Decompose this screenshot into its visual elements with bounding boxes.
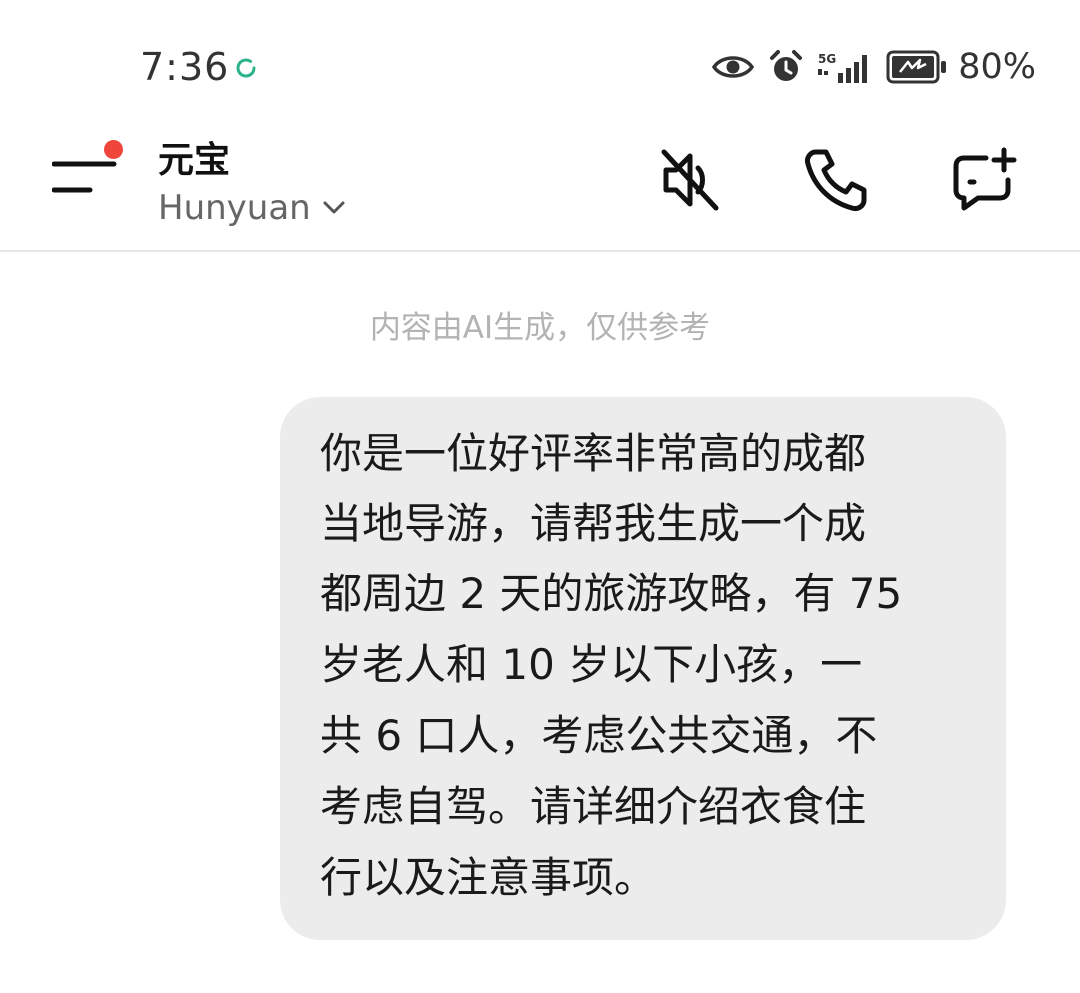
notification-dot <box>104 140 123 159</box>
message-line: 共 6 口人，考虑公共交通，不 <box>320 711 878 760</box>
message-line: 考虑自驾。请详细介绍衣食住 <box>320 782 867 831</box>
call-button[interactable] <box>802 146 870 214</box>
battery-percent: 80% <box>958 47 1036 87</box>
message-line: 都周边 2 天的旅游攻略，有 75 <box>320 569 903 618</box>
model-name: Hunyuan <box>158 188 311 228</box>
signal-5g-icon: 5G <box>818 52 868 83</box>
model-selector[interactable]: Hunyuan <box>158 186 345 230</box>
mute-button[interactable] <box>656 146 724 214</box>
ai-disclaimer: 内容由AI生成，仅供参考 <box>369 310 711 346</box>
alarm-icon <box>770 50 803 81</box>
message-line: 行以及注意事项。 <box>320 853 657 902</box>
phone-icon <box>805 149 867 211</box>
header-divider <box>0 250 1080 252</box>
new-chat-button[interactable] <box>950 146 1018 214</box>
eye-icon <box>712 56 755 78</box>
network-label: 5G <box>818 52 836 66</box>
message-line: 当地导游，请帮我生成一个成 <box>320 499 867 548</box>
message-line: 岁老人和 10 岁以下小孩，一 <box>320 640 863 689</box>
message-line: 你是一位好评率非常高的成都 <box>320 429 867 478</box>
sync-icon <box>236 58 256 78</box>
battery-saver-icon <box>886 50 947 84</box>
speaker-mute-icon <box>661 149 719 211</box>
bot-name: 元宝 <box>158 140 231 181</box>
user-message-bubble[interactable]: 你是一位好评率非常高的成都 当地导游，请帮我生成一个成 都周边 2 天的旅游攻略… <box>280 397 1006 940</box>
status-time: 7:36 <box>140 45 230 89</box>
chevron-down-icon <box>323 201 345 214</box>
new-chat-icon <box>953 147 1017 211</box>
status-icons: 5G 80% <box>698 44 1036 90</box>
